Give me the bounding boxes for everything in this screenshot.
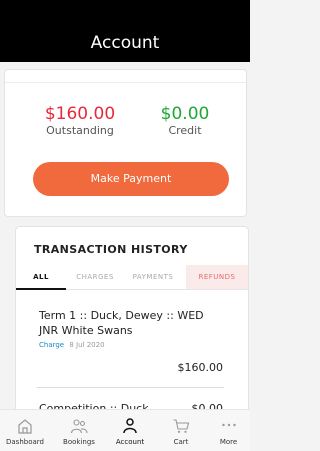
people-icon [70, 419, 88, 434]
tab-charges[interactable]: CHARGES [68, 265, 122, 289]
transaction-history-title: TRANSACTION HISTORY [34, 243, 188, 256]
make-payment-button[interactable]: Make Payment [33, 162, 229, 196]
transaction-tabs: ALL CHARGES PAYMENTS REFUNDS [16, 265, 248, 290]
tab-payments[interactable]: PAYMENTS [124, 265, 182, 289]
list-divider [37, 387, 224, 388]
list-item[interactable]: Term 1 :: Duck, Dewey :: WED JNR White S… [16, 297, 248, 387]
nav-cart[interactable]: Cart [157, 410, 205, 451]
transaction-meta: Charge 8 Jul 2020 [39, 341, 105, 349]
person-icon [123, 418, 137, 434]
more-icon [221, 423, 236, 427]
transaction-type: Charge [39, 341, 65, 349]
nav-label: Dashboard [6, 438, 44, 446]
credit-label: Credit [168, 124, 202, 137]
outstanding-label: Outstanding [46, 124, 114, 137]
transaction-name: Term 1 :: Duck, Dewey :: WED JNR White S… [39, 309, 204, 337]
nav-label: Account [115, 438, 145, 446]
nav-more[interactable]: More [207, 410, 250, 451]
transaction-history-card: TRANSACTION HISTORY ALL CHARGES PAYMENTS… [15, 226, 249, 428]
top-bar: Account [0, 0, 250, 62]
transaction-date: 8 Jul 2020 [69, 341, 105, 349]
card-divider [5, 82, 246, 83]
nav-dashboard[interactable]: Dashboard [0, 410, 50, 451]
nav-label: Cart [173, 438, 189, 446]
nav-bookings[interactable]: Bookings [54, 410, 104, 451]
nav-label: More [219, 438, 238, 446]
credit-amount: $0.00 [160, 104, 210, 124]
home-icon [18, 419, 32, 434]
tab-all[interactable]: ALL [16, 265, 66, 290]
tab-refunds[interactable]: REFUNDS [186, 265, 248, 289]
outstanding-amount: $160.00 [44, 104, 116, 124]
page-title: Account [90, 33, 160, 53]
nav-account[interactable]: Account [105, 410, 155, 451]
cart-icon [173, 419, 190, 433]
nav-label: Bookings [63, 438, 95, 446]
bottom-nav: Dashboard Bookings Account Cart More [0, 409, 250, 451]
transaction-amount: $160.00 [177, 361, 224, 374]
